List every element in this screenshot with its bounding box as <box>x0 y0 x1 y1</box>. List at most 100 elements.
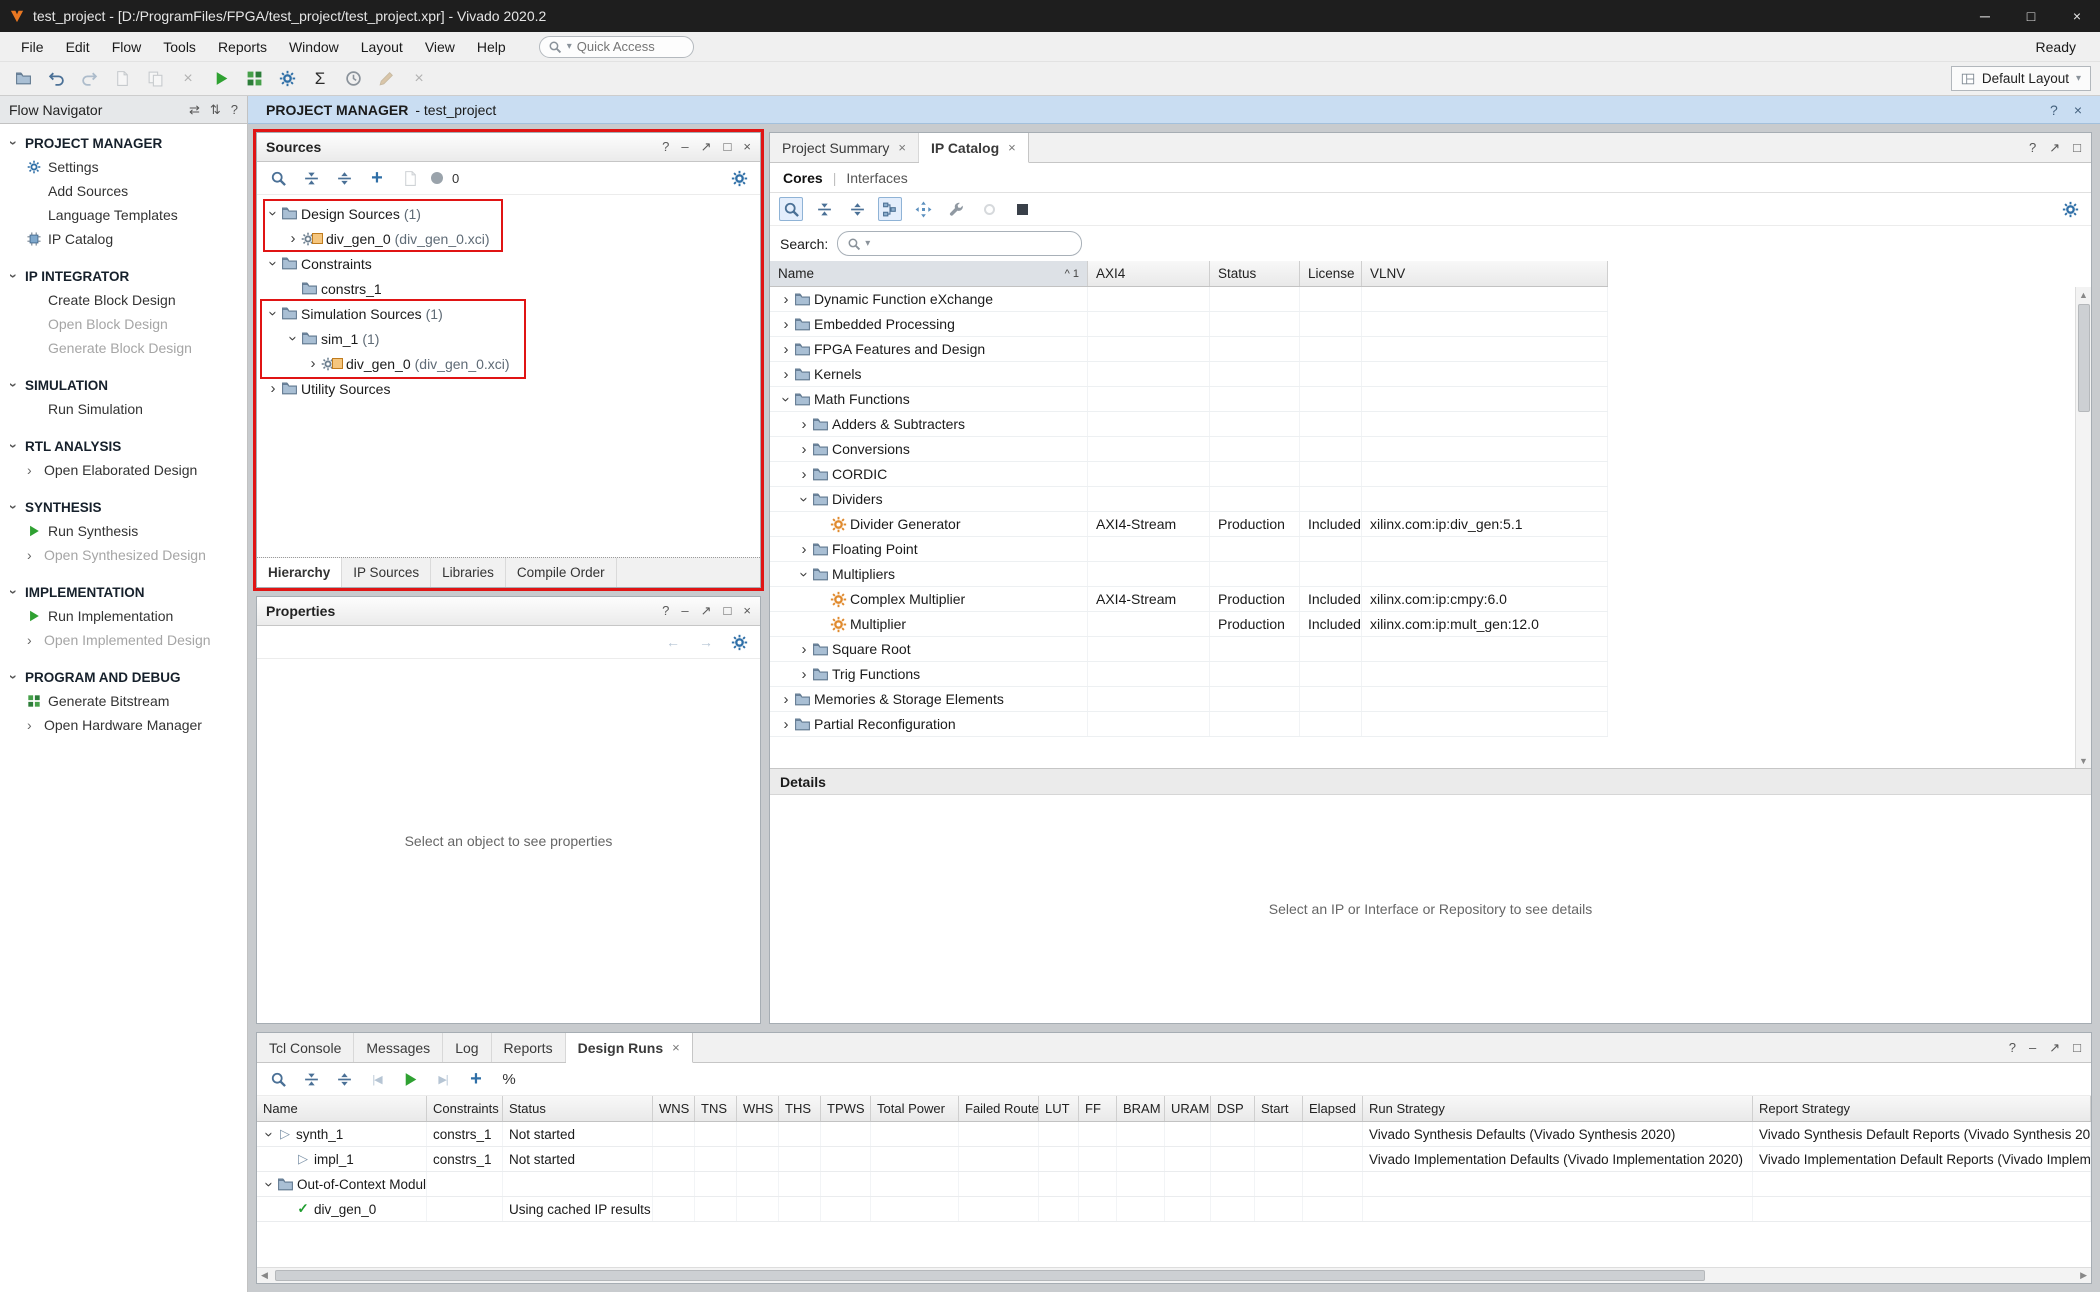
ip-row-multipliers[interactable]: ›Multipliers <box>770 562 1608 587</box>
subtab-cores[interactable]: Cores <box>783 170 823 186</box>
expander-open-icon[interactable]: › <box>778 391 795 407</box>
close-icon[interactable]: × <box>743 603 751 619</box>
ip-search-input[interactable] <box>874 236 1072 252</box>
search-button[interactable] <box>266 1067 290 1091</box>
expander-closed-icon[interactable]: › <box>778 366 794 383</box>
sources-tree-row-simulation-sources[interactable]: ›Simulation Sources(1) <box>257 301 760 326</box>
scroll-right-icon[interactable]: ▶ <box>2080 1270 2087 1281</box>
scroll-down-icon[interactable]: ▼ <box>2076 753 2091 768</box>
record-button[interactable] <box>977 197 1001 221</box>
percent-button[interactable]: % <box>497 1067 521 1091</box>
ip-row-complex-multiplier[interactable]: Complex MultiplierAXI4-StreamProductionI… <box>770 587 1608 612</box>
ip-row-trig-functions[interactable]: ›Trig Functions <box>770 662 1608 687</box>
menu-window[interactable]: Window <box>278 35 350 59</box>
expand-all-button[interactable] <box>845 197 869 221</box>
menu-layout[interactable]: Layout <box>350 35 414 59</box>
column-header-tpws[interactable]: TPWS <box>821 1096 871 1121</box>
back-button[interactable]: ← <box>661 630 685 654</box>
sources-tree-row-div-gen-0[interactable]: ›div_gen_0(div_gen_0.xci) <box>257 226 760 251</box>
expander-closed-icon[interactable]: › <box>305 355 321 372</box>
sources-tree-row-constraints[interactable]: ›Constraints <box>257 251 760 276</box>
collapse-all-button[interactable] <box>299 166 323 190</box>
close-icon[interactable]: × <box>898 140 906 155</box>
sidebar-item-add-sources[interactable]: Add Sources <box>0 179 247 203</box>
report-button[interactable] <box>398 166 422 190</box>
menu-file[interactable]: File <box>10 35 55 59</box>
column-header-report-strategy[interactable]: Report Strategy <box>1753 1096 2091 1121</box>
sidebar-item-open-elaborated-design[interactable]: ›Open Elaborated Design <box>0 458 247 482</box>
collapse-all-button[interactable] <box>812 197 836 221</box>
expander-open-icon[interactable]: › <box>265 256 282 272</box>
redo-button[interactable] <box>75 66 103 92</box>
minimize-button[interactable]: ─ <box>1962 0 2008 32</box>
ip-row-kernels[interactable]: ›Kernels <box>770 362 1608 387</box>
sources-tree-row-div-gen-0[interactable]: ›div_gen_0(div_gen_0.xci) <box>257 351 760 376</box>
ip-row-cordic[interactable]: ›CORDIC <box>770 462 1608 487</box>
close-button[interactable]: × <box>2054 0 2100 32</box>
delete-button[interactable]: × <box>174 66 202 92</box>
float-icon[interactable]: ↗ <box>2049 140 2060 156</box>
column-header-whs[interactable]: WHS <box>737 1096 779 1121</box>
close-icon[interactable]: × <box>743 139 751 155</box>
column-header-start[interactable]: Start <box>1255 1096 1303 1121</box>
minimize-icon[interactable]: – <box>681 139 688 155</box>
column-header-run-strategy[interactable]: Run Strategy <box>1363 1096 1753 1121</box>
float-icon[interactable]: ↗ <box>701 603 712 619</box>
flow-section-header-rtl-analysis[interactable]: ›RTL ANALYSIS <box>0 432 247 458</box>
copy-button[interactable] <box>141 66 169 92</box>
scroll-left-icon[interactable]: ◀ <box>261 1270 268 1281</box>
design-run-row-out-of-context-module-runs[interactable]: ›Out-of-Context Module Runs <box>257 1172 2091 1197</box>
ip-row-memories-storage-elements[interactable]: ›Memories & Storage Elements <box>770 687 1608 712</box>
column-header-total-power[interactable]: Total Power <box>871 1096 959 1121</box>
help-icon[interactable]: ? <box>2009 1040 2016 1055</box>
flow-section-header-implementation[interactable]: ›IMPLEMENTATION <box>0 578 247 604</box>
help-icon[interactable]: ? <box>662 603 669 619</box>
subtab-interfaces[interactable]: Interfaces <box>846 170 907 186</box>
close-icon[interactable]: × <box>1008 140 1016 155</box>
sidebar-item-run-implementation[interactable]: Run Implementation <box>0 604 247 628</box>
skip-to-start-button[interactable]: |◀ <box>365 1067 389 1091</box>
edit-button[interactable] <box>372 66 400 92</box>
column-header-bram[interactable]: BRAM <box>1117 1096 1165 1121</box>
tab-compile-order[interactable]: Compile Order <box>506 558 617 587</box>
design-run-row-div-gen-0[interactable]: ✓div_gen_0Using cached IP results <box>257 1197 2091 1222</box>
column-header-vlnv[interactable]: VLNV <box>1362 261 1608 286</box>
timing-button[interactable] <box>339 66 367 92</box>
catalog-settings-button[interactable] <box>2058 197 2082 221</box>
column-header-lut[interactable]: LUT <box>1039 1096 1079 1121</box>
flow-section-header-project-manager[interactable]: ›PROJECT MANAGER <box>0 129 247 155</box>
search-toggle-button[interactable] <box>779 197 803 221</box>
ip-row-partial-reconfiguration[interactable]: ›Partial Reconfiguration <box>770 712 1608 737</box>
expander-open-icon[interactable]: › <box>265 206 282 222</box>
ip-row-adders-subtracters[interactable]: ›Adders & Subtracters <box>770 412 1608 437</box>
menu-help[interactable]: Help <box>466 35 517 59</box>
column-header-constraints[interactable]: Constraints <box>427 1096 503 1121</box>
expander-closed-icon[interactable]: › <box>778 291 794 308</box>
expander-closed-icon[interactable]: › <box>778 691 794 708</box>
flow-section-header-synthesis[interactable]: ›SYNTHESIS <box>0 493 247 519</box>
skip-to-end-button[interactable]: ▶| <box>431 1067 455 1091</box>
flow-section-header-ip-integrator[interactable]: ›IP INTEGRATOR <box>0 262 247 288</box>
expander-closed-icon[interactable]: › <box>796 666 812 683</box>
tab-log[interactable]: Log <box>443 1033 491 1062</box>
expander-open-icon[interactable]: › <box>285 331 302 347</box>
flow-section-header-program-and-debug[interactable]: ›PROGRAM AND DEBUG <box>0 663 247 689</box>
tab-tcl-console[interactable]: Tcl Console <box>257 1033 354 1062</box>
column-header-elapsed[interactable]: Elapsed <box>1303 1096 1363 1121</box>
column-header-wns[interactable]: WNS <box>653 1096 695 1121</box>
expander-closed-icon[interactable]: › <box>778 341 794 358</box>
ip-row-divider-generator[interactable]: Divider GeneratorAXI4-StreamProductionIn… <box>770 512 1608 537</box>
sources-tree-row-constrs-1[interactable]: constrs_1 <box>257 276 760 301</box>
ip-row-dynamic-function-exchange[interactable]: ›Dynamic Function eXchange <box>770 287 1608 312</box>
sidebar-item-language-templates[interactable]: Language Templates <box>0 203 247 227</box>
column-header-status[interactable]: Status <box>1210 261 1300 286</box>
column-header-axi4[interactable]: AXI4 <box>1088 261 1210 286</box>
column-header-name[interactable]: Name <box>257 1096 427 1121</box>
taxonomy-view-button[interactable] <box>878 197 902 221</box>
tab-reports[interactable]: Reports <box>492 1033 566 1062</box>
collapse-all-button[interactable] <box>299 1067 323 1091</box>
ip-search-box[interactable]: ▾ <box>837 231 1082 256</box>
add-repository-button[interactable] <box>911 197 935 221</box>
expander-closed-icon[interactable]: › <box>796 541 812 558</box>
float-icon[interactable]: ↗ <box>2049 1040 2060 1056</box>
